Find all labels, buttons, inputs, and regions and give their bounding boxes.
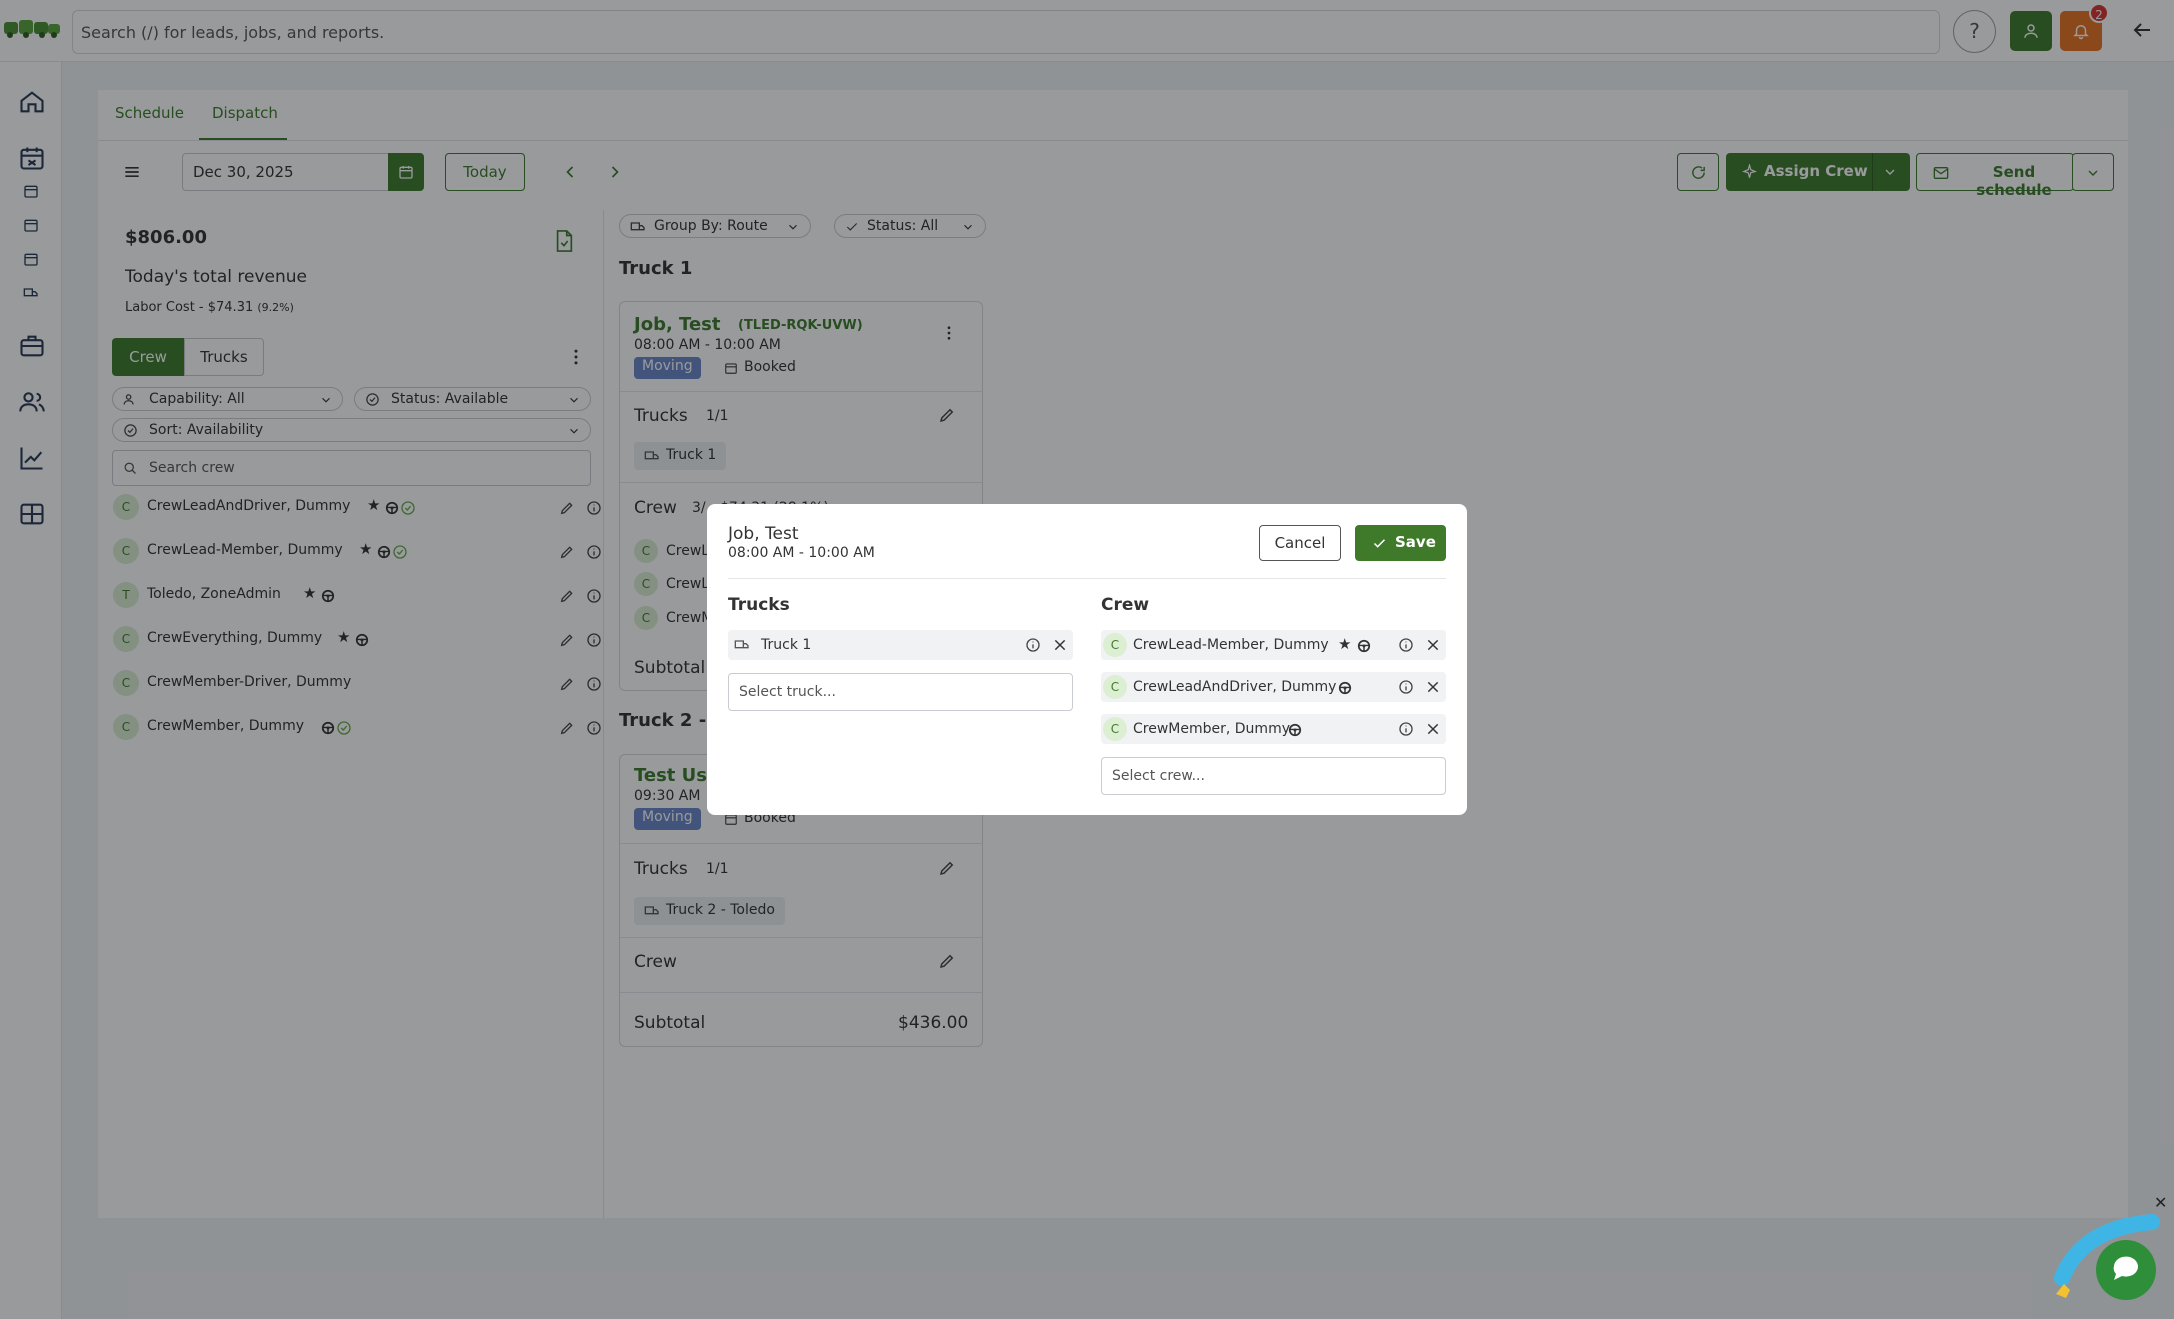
assigned-crew-name: CrewLeadAndDriver, Dummy <box>1133 679 1337 695</box>
steering-wheel-icon <box>1357 639 1371 653</box>
select-truck-input[interactable]: Select truck... <box>728 673 1073 711</box>
close-icon[interactable] <box>1425 721 1441 737</box>
check-icon <box>1373 539 1386 548</box>
info-icon[interactable] <box>1398 679 1414 695</box>
assign-crew-modal: Job, Test 08:00 AM - 10:00 AM Cancel Sav… <box>707 504 1467 815</box>
info-icon[interactable] <box>1398 721 1414 737</box>
avatar: C <box>1103 717 1127 741</box>
assigned-crew-row: C CrewLeadAndDriver, Dummy <box>1101 672 1446 702</box>
assigned-crew-name: CrewLead-Member, Dummy <box>1133 637 1329 653</box>
steering-wheel-icon <box>1338 681 1352 695</box>
assigned-crew-name: CrewMember, Dummy <box>1133 721 1290 737</box>
info-icon[interactable] <box>1025 637 1041 653</box>
info-icon[interactable] <box>1398 637 1414 653</box>
assigned-truck-name: Truck 1 <box>761 637 812 653</box>
lead-star-icon: ★ <box>1338 635 1352 653</box>
crew-heading: Crew <box>1101 595 1150 615</box>
assigned-crew-row: C CrewMember, Dummy <box>1101 714 1446 744</box>
avatar: C <box>1103 633 1127 657</box>
close-icon[interactable] <box>1425 637 1441 653</box>
modal-divider <box>728 578 1446 579</box>
chat-bubble-icon <box>2054 1214 2160 1300</box>
chat-widget[interactable] <box>2052 1208 2164 1312</box>
truck-icon <box>734 640 749 649</box>
select-crew-input[interactable]: Select crew... <box>1101 757 1446 795</box>
close-icon[interactable] <box>1052 637 1068 653</box>
cancel-button[interactable]: Cancel <box>1259 525 1341 561</box>
save-button[interactable]: Save <box>1355 525 1446 561</box>
save-label: Save <box>1395 533 1436 551</box>
modal-time: 08:00 AM - 10:00 AM <box>728 545 875 561</box>
trucks-heading: Trucks <box>728 595 790 615</box>
steering-wheel-icon <box>1288 723 1302 737</box>
avatar: C <box>1103 675 1127 699</box>
modal-title: Job, Test <box>728 524 799 544</box>
close-icon[interactable] <box>1425 679 1441 695</box>
assigned-truck-row: Truck 1 <box>728 630 1073 660</box>
assigned-crew-row: C CrewLead-Member, Dummy ★ <box>1101 630 1446 660</box>
